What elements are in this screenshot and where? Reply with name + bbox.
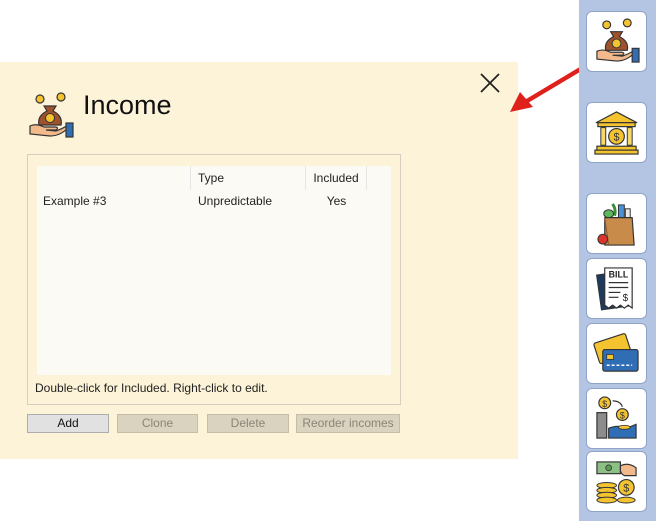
sidebar: $ BILL $ $ $ $ bbox=[579, 0, 656, 521]
income-included-cell[interactable]: Yes bbox=[306, 191, 367, 211]
column-header-type[interactable]: Type bbox=[191, 166, 306, 190]
income-groupbox: Type Included Example #3 Unpredictable Y… bbox=[27, 154, 401, 405]
income-type-cell: Unpredictable bbox=[198, 194, 273, 208]
income-listview[interactable]: Type Included Example #3 Unpredictable Y… bbox=[37, 166, 391, 375]
sidebar-item-bills[interactable]: BILL $ bbox=[587, 259, 646, 318]
sidebar-item-cash[interactable]: $ bbox=[587, 452, 646, 511]
svg-text:$: $ bbox=[614, 131, 620, 143]
bank-icon: $ bbox=[594, 111, 639, 155]
income-name-cell: Example #3 bbox=[43, 194, 107, 208]
money-bag-hand-icon bbox=[29, 92, 74, 138]
svg-text:$: $ bbox=[623, 293, 629, 304]
add-button[interactable]: Add bbox=[27, 414, 109, 433]
svg-text:$: $ bbox=[602, 399, 607, 409]
sidebar-item-groceries[interactable] bbox=[587, 194, 646, 253]
panel-title: Income bbox=[83, 90, 172, 120]
bill-icon: BILL $ bbox=[596, 267, 633, 311]
coin-transfer-icon: $ $ bbox=[596, 396, 637, 439]
clone-button[interactable]: Clone bbox=[117, 414, 198, 433]
sidebar-item-income[interactable] bbox=[587, 12, 646, 71]
list-header: Type Included bbox=[37, 166, 391, 190]
svg-text:$: $ bbox=[623, 482, 629, 494]
delete-button[interactable]: Delete bbox=[207, 414, 289, 433]
svg-text:BILL: BILL bbox=[609, 270, 629, 280]
column-header-name[interactable] bbox=[37, 166, 191, 190]
list-item[interactable]: Example #3 Unpredictable Yes bbox=[37, 191, 391, 211]
list-hint: Double-click for Included. Right-click t… bbox=[35, 381, 268, 395]
sidebar-item-bank[interactable]: $ bbox=[587, 103, 646, 162]
reorder-incomes-button[interactable]: Reorder incomes bbox=[296, 414, 400, 433]
groceries-bag-icon bbox=[597, 203, 635, 246]
close-icon[interactable] bbox=[478, 71, 502, 95]
income-panel: Income Type Included Example #3 Unpredic… bbox=[0, 62, 518, 459]
credit-card-icon bbox=[593, 333, 639, 372]
sidebar-item-transfers[interactable]: $ $ bbox=[587, 389, 646, 448]
sidebar-item-credit-cards[interactable] bbox=[587, 324, 646, 383]
svg-text:$: $ bbox=[620, 411, 625, 421]
income-money-bag-icon bbox=[596, 18, 640, 63]
cash-coins-icon: $ bbox=[596, 461, 637, 504]
column-header-included[interactable]: Included bbox=[306, 166, 367, 190]
